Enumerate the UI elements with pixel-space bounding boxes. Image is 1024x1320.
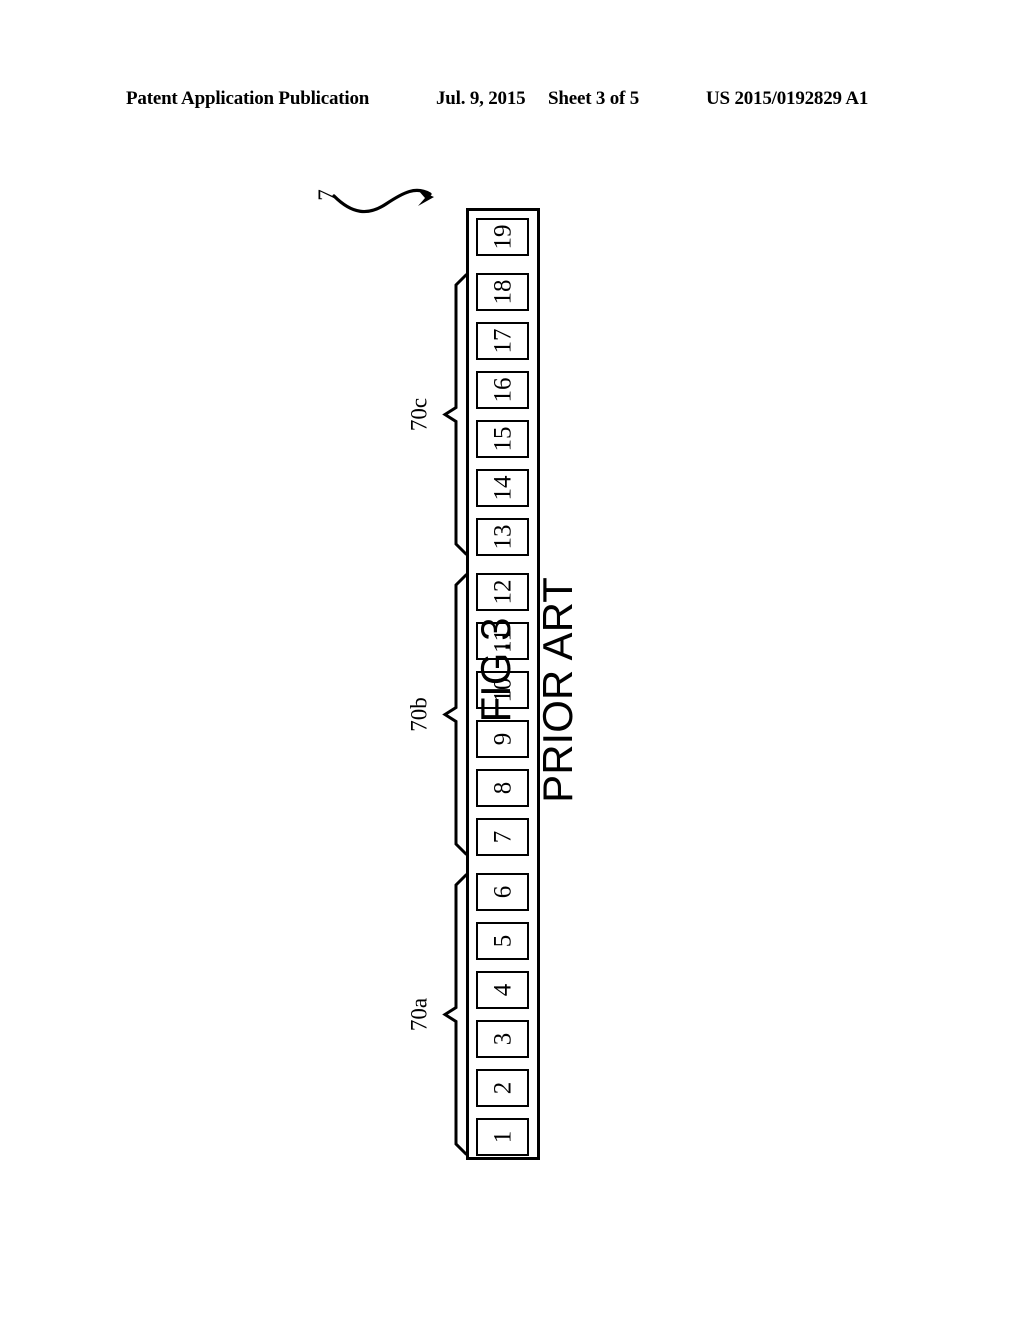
queue-cell-label: 14 [489, 475, 516, 501]
queue-cell: 18 [476, 273, 529, 311]
queue-cell-label: 16 [489, 377, 516, 403]
queue-cell: 6 [476, 873, 529, 911]
queue-cell: 19 [476, 218, 529, 256]
queue-cell-label: 2 [489, 1081, 516, 1095]
queue-cell: 13 [476, 518, 529, 556]
group-brace: 70b [396, 573, 468, 856]
queue-cell: 16 [476, 371, 529, 409]
queue-cell-label: 3 [489, 1032, 516, 1046]
queue-cell-label: 17 [489, 328, 516, 354]
reference-numeral-7-leader-arrow [332, 188, 434, 214]
queue-cell: 8 [476, 769, 529, 807]
queue-cell-label: 4 [489, 983, 516, 997]
queue-cell-label: 1 [489, 1130, 516, 1144]
group-brace-bracket [442, 273, 468, 556]
queue-cell-label: 8 [489, 781, 516, 795]
group-brace-label: 70a [406, 997, 432, 1031]
queue-cell-label: 6 [489, 885, 516, 899]
queue-cell: 4 [476, 971, 529, 1009]
queue-cell-label: 19 [489, 224, 516, 250]
queue-cell: 3 [476, 1020, 529, 1058]
figure-3-drawing: 7 19 18 17 16 15 14 13 12 11 10 9 8 7 6 5 4 3 2 1 70c 70b 70… [0, 0, 1024, 1320]
queue-cell: 5 [476, 922, 529, 960]
group-brace-label: 70c [406, 397, 432, 431]
queue-cell: 1 [476, 1118, 529, 1156]
group-brace: 70a [396, 873, 468, 1156]
figure-number-caption: FIG.3 [472, 617, 519, 723]
group-brace-bracket [442, 873, 468, 1156]
queue-cell: 17 [476, 322, 529, 360]
group-brace-bracket [442, 573, 468, 856]
queue-cell: 7 [476, 818, 529, 856]
queue-cell-label: 15 [489, 426, 516, 452]
queue-cell-label: 5 [489, 934, 516, 948]
queue-cell-label: 18 [489, 279, 516, 305]
queue-cell-label: 13 [489, 524, 516, 550]
queue-cell: 2 [476, 1069, 529, 1107]
group-brace-label: 70b [406, 696, 432, 732]
group-brace: 70c [396, 273, 468, 556]
queue-cell: 15 [476, 420, 529, 458]
prior-art-caption: PRIOR ART [534, 577, 581, 803]
queue-cell: 14 [476, 469, 529, 507]
queue-cell-label: 7 [489, 830, 516, 844]
